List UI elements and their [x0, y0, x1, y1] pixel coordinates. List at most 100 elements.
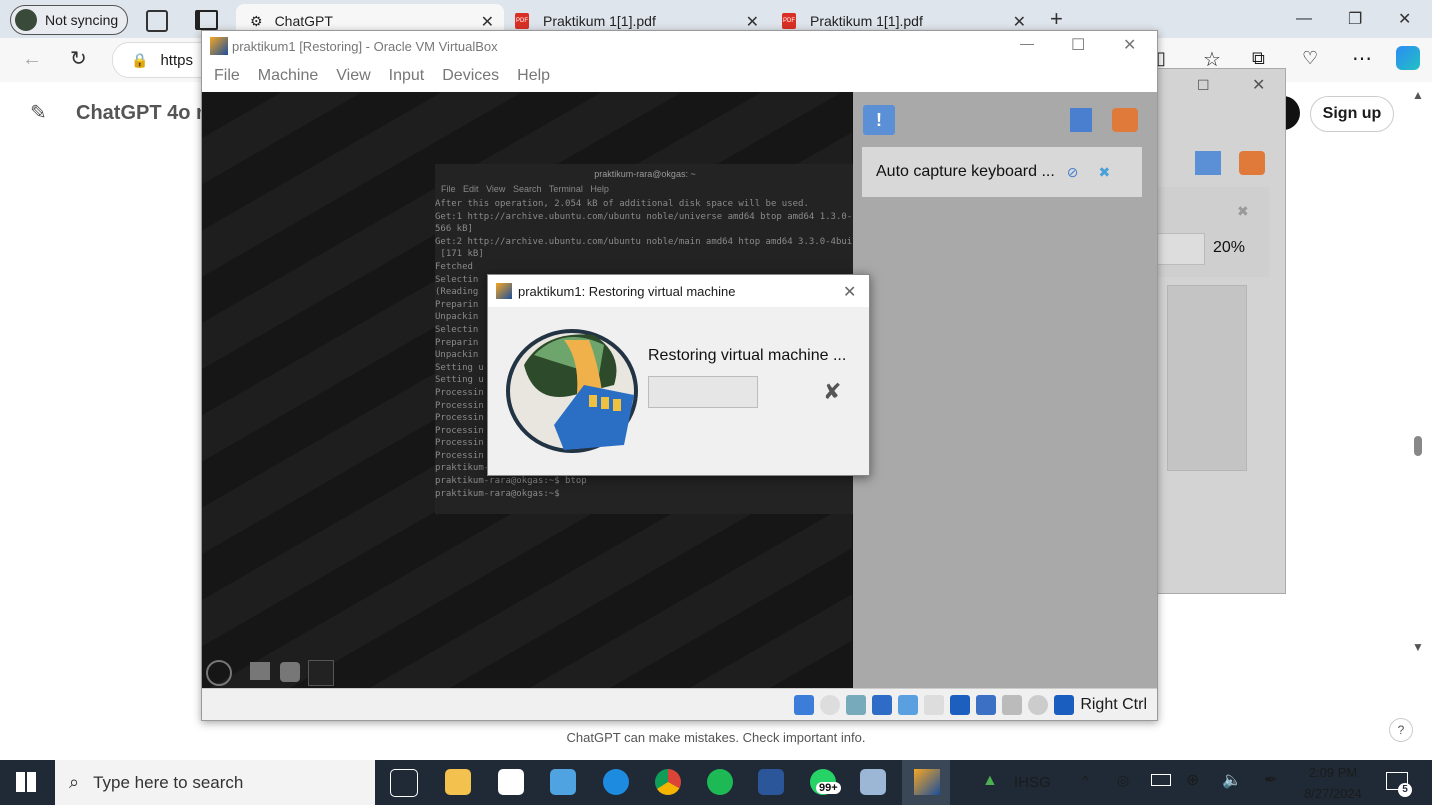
terminal-menu-item[interactable]: Terminal	[549, 184, 583, 194]
search-icon: ⌕	[69, 772, 80, 792]
cancel-operation-icon[interactable]: ✘	[823, 379, 841, 405]
hard-disk-icon[interactable]	[794, 694, 815, 715]
audio-icon[interactable]	[846, 694, 867, 715]
terminal-menu-item[interactable]: File	[441, 184, 456, 194]
menu-file[interactable]: File	[214, 67, 240, 85]
help-button[interactable]: ?	[1389, 718, 1413, 742]
file-explorer-icon[interactable]	[445, 769, 471, 795]
close-icon[interactable]: ✖	[1237, 203, 1249, 220]
shared-folders-icon[interactable]	[924, 694, 945, 715]
stock-chart-icon[interactable]: ▲	[982, 772, 998, 790]
virtualbox-taskbar-item[interactable]	[902, 760, 950, 805]
vertical-tabs-icon[interactable]	[195, 10, 218, 30]
scroll-up-icon[interactable]: ▲	[1412, 88, 1424, 102]
close-icon[interactable]: ✕	[1252, 75, 1265, 95]
close-icon[interactable]: ✕	[1123, 35, 1136, 55]
mouse-integration-icon[interactable]	[1028, 694, 1049, 715]
new-tab-button[interactable]: +	[1050, 6, 1063, 32]
whatsapp-badge: 99+	[816, 782, 841, 794]
more-options-icon[interactable]: ⋯	[1352, 46, 1372, 71]
model-title[interactable]: ChatGPT 4o m	[76, 102, 214, 125]
terminal-line: [171 kB]	[435, 249, 484, 260]
task-view-icon[interactable]	[390, 769, 418, 797]
scrollbar-thumb[interactable]	[1414, 436, 1422, 456]
menu-devices[interactable]: Devices	[442, 67, 499, 85]
terminal-menu-item[interactable]: Search	[513, 184, 542, 194]
window-title: praktikum1 [Restoring] - Oracle VM Virtu…	[232, 38, 498, 54]
close-icon[interactable]: ✕	[1398, 0, 1411, 38]
browser-essentials-icon[interactable]: ♡	[1302, 48, 1318, 69]
alert-icon[interactable]: !	[863, 105, 895, 135]
terminal-menu-item[interactable]: Edit	[463, 184, 479, 194]
store-icon[interactable]	[498, 769, 524, 795]
close-icon[interactable]: ✕	[843, 282, 856, 302]
minimize-icon[interactable]: —	[1296, 0, 1312, 38]
clock-date[interactable]: 8/27/2024	[1300, 786, 1366, 801]
copilot-icon[interactable]	[1396, 46, 1420, 70]
mint-menu-icon[interactable]	[206, 660, 232, 686]
recording-icon[interactable]	[976, 694, 997, 715]
maximize-icon[interactable]: ☐	[1197, 77, 1210, 94]
terminal-taskbar-icon[interactable]	[308, 660, 334, 686]
menu-machine[interactable]: Machine	[258, 67, 318, 85]
volume-icon[interactable]: 🔈	[1222, 770, 1242, 790]
mail-icon[interactable]	[550, 769, 576, 795]
notification-count-badge: 5	[1398, 783, 1412, 797]
spotify-icon[interactable]	[707, 769, 733, 795]
clock-time[interactable]: 2:09 PM	[1300, 765, 1366, 780]
pen-icon[interactable]: ✒	[1264, 770, 1277, 790]
files-icon[interactable]	[250, 662, 270, 680]
clear-notifications-icon[interactable]	[1239, 151, 1265, 175]
back-arrow-icon[interactable]: ←	[22, 48, 42, 71]
edge-icon[interactable]	[603, 769, 629, 795]
minimize-icon[interactable]: —	[1020, 35, 1034, 51]
network-globe-icon[interactable]: ⊕	[1186, 770, 1199, 790]
close-tab-icon[interactable]: ✕	[1013, 12, 1026, 32]
avatar	[15, 9, 37, 31]
chatgpt-icon: ⚙	[250, 12, 263, 29]
dialog-message: Restoring virtual machine ...	[648, 347, 847, 364]
terminal-menu-item[interactable]: Help	[590, 184, 609, 194]
new-chat-icon[interactable]: ✎	[30, 100, 47, 125]
sort-icon[interactable]	[1195, 151, 1221, 175]
refresh-icon[interactable]: ↻	[70, 46, 87, 71]
close-icon[interactable]: ✖	[1099, 164, 1111, 181]
terminal-line: 566 kB]	[435, 224, 473, 235]
cpu-icon[interactable]	[1002, 694, 1023, 715]
usb-icon[interactable]	[898, 694, 919, 715]
menu-input[interactable]: Input	[389, 67, 425, 85]
close-tab-icon[interactable]: ✕	[481, 12, 494, 32]
workspaces-icon[interactable]	[146, 10, 168, 32]
close-tab-icon[interactable]: ✕	[746, 12, 759, 32]
signup-button[interactable]: Sign up	[1310, 96, 1394, 132]
keyboard-capture-icon[interactable]	[1054, 694, 1075, 715]
virtualbox-3d-icon[interactable]	[860, 769, 886, 795]
word-icon[interactable]	[758, 769, 784, 795]
keyboard-capture-icon[interactable]: ⊘	[1067, 164, 1079, 181]
scroll-down-icon[interactable]: ▼	[1412, 640, 1424, 654]
menu-help[interactable]: Help	[517, 67, 550, 85]
profile-button[interactable]: Not syncing	[10, 5, 128, 35]
menu-view[interactable]: View	[336, 67, 370, 85]
clear-notifications-icon[interactable]	[1112, 108, 1138, 132]
meet-now-icon[interactable]: ◎	[1117, 772, 1129, 789]
taskbar-search[interactable]: ⌕ Type here to search	[55, 760, 375, 805]
chrome-icon[interactable]	[655, 769, 681, 795]
start-icon[interactable]	[16, 772, 36, 792]
battery-icon[interactable]	[1151, 774, 1171, 786]
virtualbox-icon	[210, 37, 228, 55]
address-text: https	[160, 51, 193, 69]
ihsg-label[interactable]: IHSG	[1014, 774, 1051, 791]
restore-icon[interactable]: ❐	[1348, 0, 1362, 38]
terminal-menu-item[interactable]: View	[486, 184, 505, 194]
terminal-line: praktikum-rara@okgas:~$ btop	[435, 476, 587, 487]
display-icon[interactable]	[950, 694, 971, 715]
sort-icon[interactable]	[1070, 108, 1092, 132]
collections-icon[interactable]: ⧉	[1252, 48, 1265, 69]
update-manager-icon[interactable]	[280, 662, 300, 682]
disclaimer-text: ChatGPT can make mistakes. Check importa…	[566, 730, 866, 745]
network-icon[interactable]	[872, 694, 893, 715]
show-hidden-icons[interactable]: ^	[1082, 772, 1089, 788]
optical-drive-icon[interactable]	[820, 694, 841, 715]
maximize-icon[interactable]: ☐	[1071, 35, 1085, 55]
